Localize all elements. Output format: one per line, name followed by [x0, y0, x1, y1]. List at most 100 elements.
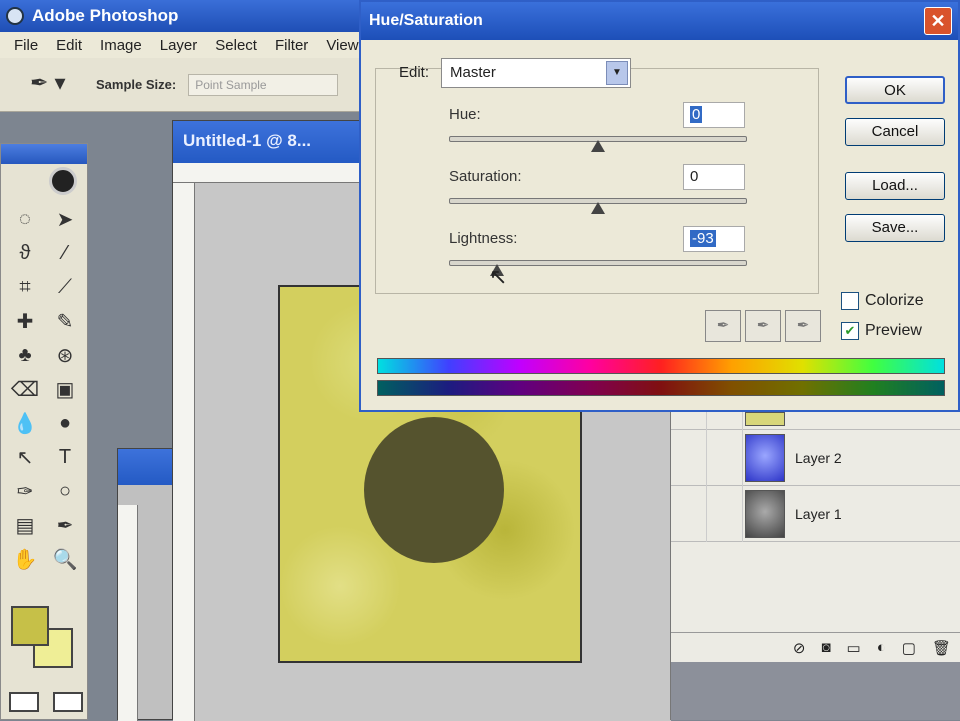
new-layer-icon[interactable]: ▢ — [902, 639, 916, 657]
menu-image[interactable]: Image — [100, 37, 142, 54]
layer-name: Layer 1 — [795, 505, 842, 522]
adjustment-layer-icon[interactable]: ◐ — [877, 639, 886, 656]
crop-tool-icon[interactable]: ⌗ — [5, 270, 45, 304]
toolbox: ◌ ➤ ϑ ⁄ ⌗ ⟋ ✚ ✎ ♣ ⊛ ⌫ ▣ 💧 ● ↖ T ✑ ○ ▤ ✒ … — [0, 143, 88, 720]
hue-slider-thumb[interactable] — [591, 140, 605, 152]
app-title: Adobe Photoshop — [32, 6, 179, 25]
colorize-box[interactable] — [841, 292, 859, 310]
visibility-toggle[interactable] — [671, 429, 707, 486]
cancel-button[interactable]: Cancel — [845, 118, 945, 146]
standard-mode-button[interactable] — [9, 692, 39, 712]
layers-panel: Layer 2 Layer 1 ⊘ ◙ ▭ ◐ ▢ 🗑 — [670, 407, 960, 720]
dialog-titlebar[interactable]: Hue/Saturation ✕ — [361, 2, 958, 40]
history-brush-icon[interactable]: ⊛ — [45, 338, 85, 372]
brush-tool-icon[interactable]: ✎ — [45, 304, 85, 338]
layer-row[interactable]: Layer 2 — [671, 429, 960, 486]
mouse-cursor-icon: ↖ — [489, 264, 508, 289]
save-button[interactable]: Save... — [845, 214, 945, 242]
input-color-spectrum — [377, 358, 945, 374]
hue-saturation-dialog: Hue/Saturation ✕ Edit: Master ▼ Hue: 0 S… — [359, 0, 960, 412]
hue-label: Hue: — [449, 106, 481, 123]
edit-channel-select[interactable]: Master ▼ — [441, 58, 631, 88]
quick-mask-button[interactable] — [53, 692, 83, 712]
notes-tool-icon[interactable]: ▤ — [5, 508, 45, 542]
colorize-checkbox[interactable]: Colorize — [841, 292, 924, 310]
preview-label: Preview — [865, 322, 922, 339]
lasso-tool-icon[interactable]: ϑ — [5, 236, 45, 270]
secondary-doc-titlebar[interactable] — [118, 449, 174, 485]
edit-label: Edit: — [399, 64, 430, 81]
pen-tool-icon[interactable]: ✑ — [5, 474, 45, 508]
path-selection-icon[interactable]: ↖ — [5, 440, 45, 474]
saturation-slider-thumb[interactable] — [591, 202, 605, 214]
healing-brush-icon[interactable]: ✚ — [5, 304, 45, 338]
dark-ellipse-shape — [364, 417, 504, 563]
slice-tool-icon[interactable]: ⟋ — [45, 270, 85, 304]
eyedropper-icon[interactable]: ✒ — [705, 310, 741, 342]
menu-file[interactable]: File — [14, 37, 38, 54]
saturation-label: Saturation: — [449, 168, 522, 185]
layer-row[interactable]: Layer 1 — [671, 485, 960, 542]
vertical-ruler — [173, 183, 195, 721]
new-set-icon[interactable]: ▭ — [847, 639, 861, 657]
imageready-eye-icon[interactable] — [49, 167, 77, 195]
dialog-title: Hue/Saturation — [369, 12, 483, 29]
clone-stamp-icon[interactable]: ♣ — [5, 338, 45, 372]
mask-icon[interactable]: ◙ — [821, 639, 830, 656]
eyedropper-group: ✒ ✒ ✒ — [705, 310, 821, 342]
blur-tool-icon[interactable]: 💧 — [5, 406, 45, 440]
lightness-label: Lightness: — [449, 230, 518, 247]
link-toggle[interactable] — [707, 429, 743, 486]
close-icon[interactable]: ✕ — [924, 7, 952, 35]
layer-style-icon[interactable]: ⊘ — [793, 639, 806, 657]
colorize-label: Colorize — [865, 292, 924, 309]
menu-edit[interactable]: Edit — [56, 37, 82, 54]
trash-icon[interactable]: 🗑 — [932, 639, 951, 657]
menu-select[interactable]: Select — [215, 37, 257, 54]
eraser-tool-icon[interactable]: ⌫ — [5, 372, 45, 406]
menu-layer[interactable]: Layer — [160, 37, 198, 54]
move-tool-icon[interactable]: ➤ — [45, 202, 85, 236]
hue-input[interactable]: 0 — [683, 102, 745, 128]
edit-channel-value: Master — [450, 64, 496, 81]
preview-checkbox[interactable]: ✔ Preview — [841, 322, 922, 340]
menu-view[interactable]: View — [326, 37, 358, 54]
hue-value: 0 — [690, 106, 703, 123]
color-swatches — [11, 606, 75, 672]
sample-size-select[interactable]: Point Sample — [188, 73, 339, 96]
ok-button[interactable]: OK — [845, 76, 945, 104]
checkmark-icon[interactable]: ✔ — [841, 322, 859, 340]
load-button[interactable]: Load... — [845, 172, 945, 200]
layer-thumbnail — [745, 433, 785, 482]
lightness-input[interactable]: -93 — [683, 226, 745, 252]
zoom-tool-icon[interactable]: 🔍 — [45, 542, 85, 576]
layer-name: Layer 2 — [795, 449, 842, 466]
link-toggle[interactable] — [707, 485, 743, 542]
eyedropper-minus-icon[interactable]: ✒ — [785, 310, 821, 342]
eyedropper-icon[interactable]: ✒ — [45, 508, 85, 542]
saturation-input[interactable]: 0 — [683, 164, 745, 190]
chevron-down-icon[interactable]: ▼ — [606, 61, 628, 85]
layers-footer: ⊘ ◙ ▭ ◐ ▢ 🗑 — [671, 632, 960, 662]
hand-tool-icon[interactable]: ✋ — [5, 542, 45, 576]
shape-tool-icon[interactable]: ○ — [45, 474, 85, 508]
document-window-secondary — [117, 448, 175, 721]
photoshop-icon — [6, 7, 24, 25]
type-tool-icon[interactable]: T — [45, 440, 85, 474]
eyedropper-plus-icon[interactable]: ✒ — [745, 310, 781, 342]
toolbox-titlebar[interactable] — [1, 144, 87, 164]
layer-thumbnail — [745, 411, 785, 426]
sample-size-label: Sample Size: — [96, 77, 177, 92]
magic-wand-tool-icon[interactable]: ⁄ — [45, 236, 85, 270]
lightness-value: -93 — [690, 230, 716, 247]
eyedropper-tool-icon[interactable]: ✒ ▾ — [30, 70, 70, 100]
layer-thumbnail — [745, 489, 785, 538]
output-color-spectrum — [377, 380, 945, 396]
menu-filter[interactable]: Filter — [275, 37, 308, 54]
gradient-tool-icon[interactable]: ▣ — [45, 372, 85, 406]
marquee-tool-icon[interactable]: ◌ — [5, 202, 45, 236]
visibility-toggle[interactable] — [671, 485, 707, 542]
dodge-tool-icon[interactable]: ● — [45, 406, 85, 440]
foreground-color-swatch[interactable] — [11, 606, 49, 646]
vertical-ruler — [118, 505, 138, 721]
